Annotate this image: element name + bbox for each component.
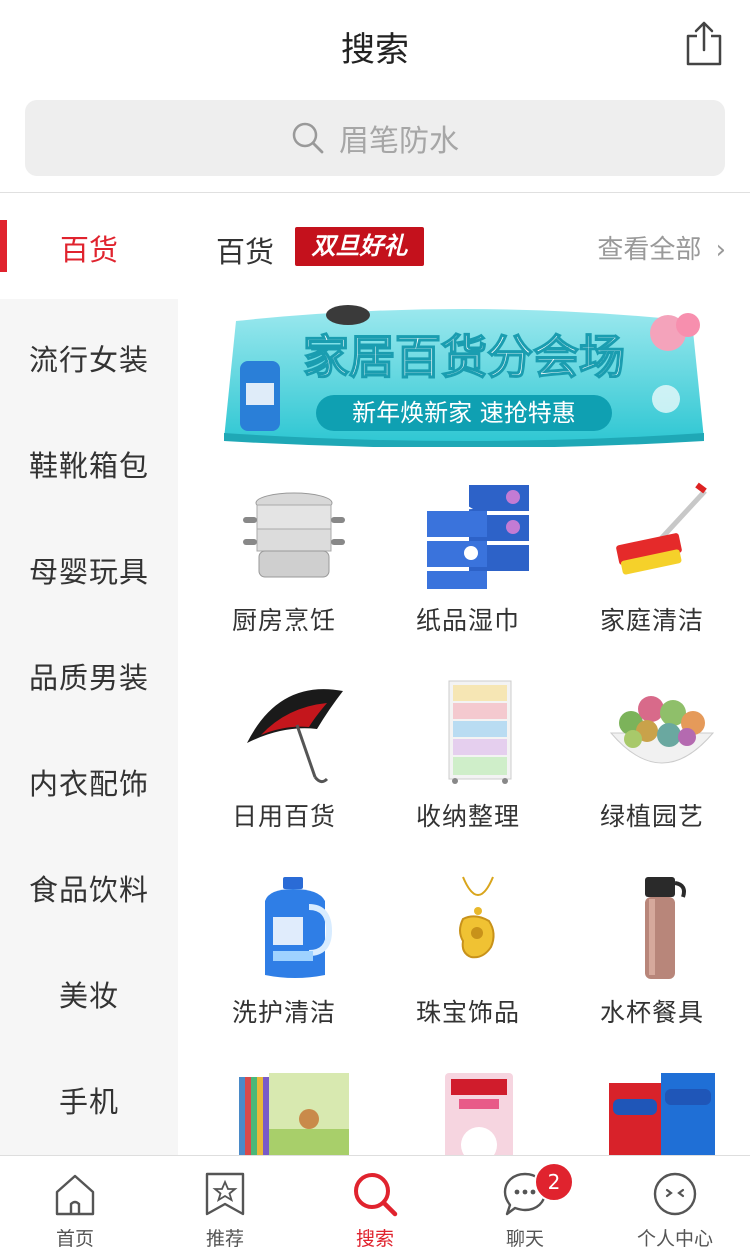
tissue-box-icon: [423, 481, 533, 591]
sidebar-item-baby-toys[interactable]: 母婴玩具: [0, 511, 178, 617]
sidebar-item-shoes-bags[interactable]: 鞋靴箱包: [0, 405, 178, 511]
unread-badge: 2: [534, 1162, 574, 1202]
promo-banner[interactable]: 家居百货分会场 新年焕新家 速抢特惠: [218, 303, 710, 447]
share-icon[interactable]: [684, 20, 724, 66]
banner-subtitle: 新年焕新家 速抢特惠: [352, 399, 576, 427]
search-input[interactable]: 眉笔防水: [25, 100, 725, 176]
category-tile-laundry[interactable]: 洗护清洁: [192, 873, 376, 1063]
search-icon: [292, 122, 324, 154]
banner-title: 家居百货分会场: [303, 330, 625, 384]
tab-label: 聊天: [505, 1228, 544, 1250]
sidebar-item-label: 鞋靴箱包: [28, 449, 149, 483]
category-sidebar: 百货 流行女装 鞋靴箱包 母婴玩具 品质男装 内衣配饰 食品饮料 美妆 手机: [0, 193, 178, 1155]
category-content: 百货 双旦好礼 查看全部 › 家居百货分会场 新年焕新家 速抢特惠 厨房烹饪 纸…: [178, 193, 750, 1155]
succulent-plant-icon: [607, 677, 717, 787]
sidebar-item-label: 流行女装: [28, 343, 149, 377]
category-tile-label: 纸品湿巾: [415, 606, 520, 635]
sidebar-item-label: 内衣配饰: [28, 767, 149, 801]
book-set-icon: [239, 1069, 349, 1155]
tab-label: 个人中心: [636, 1228, 713, 1250]
category-tile-label: 洗护清洁: [231, 998, 336, 1027]
tab-label: 搜索: [355, 1228, 394, 1250]
category-tile-label: 绿植园艺: [599, 802, 704, 831]
tab-label: 推荐: [205, 1228, 244, 1250]
category-tile-gardening[interactable]: 绿植园艺: [560, 677, 744, 867]
sidebar-item-label: 食品饮料: [28, 873, 149, 907]
mop-icon: [607, 481, 717, 591]
drawer-cabinet-icon: [423, 677, 533, 787]
category-tile-pets[interactable]: [376, 1069, 560, 1155]
sidebar-item-phones[interactable]: 手机: [0, 1041, 178, 1147]
sidebar-item-men-fashion[interactable]: 品质男装: [0, 617, 178, 723]
sidebar-item-label: 手机: [58, 1085, 119, 1119]
category-tile-drinkware[interactable]: 水杯餐具: [560, 873, 744, 1063]
search-icon: [354, 1173, 398, 1217]
category-tile-label: 珠宝饰品: [415, 998, 520, 1027]
umbrella-icon: [239, 677, 349, 787]
sidebar-item-label: 美妆: [58, 979, 119, 1013]
sidebar-item-active[interactable]: 百货: [0, 193, 178, 299]
detergent-bottle-icon: [239, 873, 349, 983]
pet-food-icon: [423, 1069, 533, 1155]
sidebar-item-beauty[interactable]: 美妆: [0, 935, 178, 1041]
tab-chat[interactable]: 2 聊天: [450, 1156, 600, 1255]
view-all-label: 查看全部: [597, 235, 702, 265]
page-title: 搜索: [341, 30, 409, 70]
header: 搜索: [0, 0, 750, 88]
sidebar-item-food[interactable]: 食品饮料: [0, 829, 178, 935]
category-tile-books[interactable]: [192, 1069, 376, 1155]
bookmark-star-icon: [205, 1172, 245, 1216]
tab-profile[interactable]: 个人中心: [600, 1156, 750, 1255]
tab-home[interactable]: 首页: [0, 1156, 150, 1255]
category-tile-label: 收纳整理: [415, 802, 520, 831]
bottom-tab-bar: 首页 推荐 搜索 2 聊天 个人中心: [0, 1155, 750, 1255]
tab-label: 首页: [55, 1228, 94, 1250]
thermos-icon: [607, 873, 717, 983]
category-tile-label: 水杯餐具: [599, 998, 704, 1027]
sidebar-item-women-fashion[interactable]: 流行女装: [0, 299, 178, 405]
tab-recommend[interactable]: 推荐: [150, 1156, 300, 1255]
sidebar-item-label: 母婴玩具: [28, 555, 149, 589]
search-placeholder: 眉笔防水: [339, 124, 459, 159]
category-tile-tissues[interactable]: 纸品湿巾: [376, 481, 560, 671]
category-tile-label: 日用百货: [231, 802, 336, 831]
tab-search[interactable]: 搜索: [300, 1156, 450, 1255]
sidebar-item-underwear[interactable]: 内衣配饰: [0, 723, 178, 829]
view-all-link[interactable]: 查看全部 ›: [597, 229, 726, 266]
sidebar-item-label: 品质男装: [28, 661, 149, 695]
category-tile-cleaning[interactable]: 家庭清洁: [560, 481, 744, 671]
category-tile-adult[interactable]: [560, 1069, 744, 1155]
gold-pendant-icon: [423, 873, 533, 983]
category-tile-kitchen[interactable]: 厨房烹饪: [192, 481, 376, 671]
category-tile-label: 厨房烹饪: [231, 606, 336, 635]
condom-box-icon: [607, 1069, 717, 1155]
category-tile-storage[interactable]: 收纳整理: [376, 677, 560, 867]
home-icon: [55, 1174, 95, 1216]
steamer-pot-icon: [239, 481, 349, 591]
category-tile-jewelry[interactable]: 珠宝饰品: [376, 873, 560, 1063]
sidebar-item-label: 百货: [59, 233, 118, 267]
chevron-right-icon: ›: [715, 235, 726, 265]
category-tile-label: 家庭清洁: [599, 606, 704, 635]
profile-face-icon: [653, 1172, 697, 1216]
category-tile-daily[interactable]: 日用百货: [192, 677, 376, 867]
section-title: 百货: [216, 235, 275, 269]
promo-badge: 双旦好礼: [295, 227, 424, 266]
